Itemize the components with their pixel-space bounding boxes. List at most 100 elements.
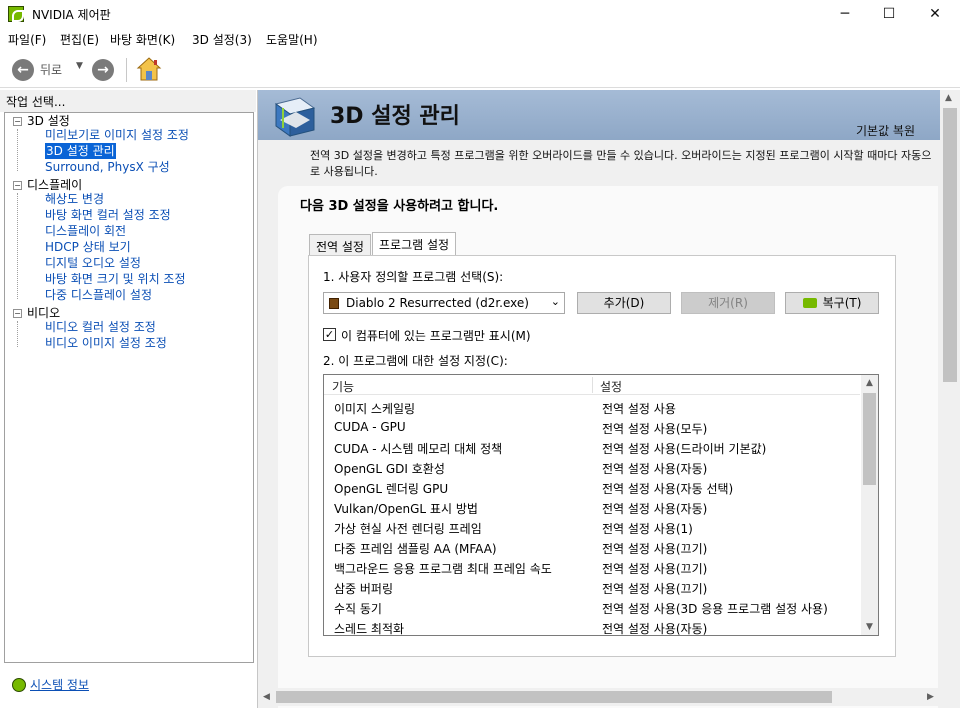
back-history-dropdown-icon[interactable]: ▼: [76, 61, 83, 71]
row-feature: OpenGL GDI 호환성: [334, 462, 445, 476]
close-button[interactable]: ✕: [912, 0, 958, 28]
table-row[interactable]: 스레드 최적화 전역 설정 사용(자동): [324, 617, 860, 636]
row-feature: CUDA - 시스템 메모리 대체 정책: [334, 442, 503, 456]
row-setting: 전역 설정 사용(모두): [602, 422, 708, 436]
content-horizontal-scrollbar[interactable]: ◀ ▶: [258, 688, 940, 706]
home-icon[interactable]: [136, 56, 162, 82]
row-setting: 전역 설정 사용(끄기): [602, 582, 708, 596]
table-row[interactable]: Vulkan/OpenGL 표시 방법 전역 설정 사용(자동): [324, 497, 860, 517]
tree-item-video-color[interactable]: 비디오 컬러 설정 조정: [45, 319, 156, 335]
tree-item-hdcp-status[interactable]: HDCP 상태 보기: [45, 239, 131, 255]
row-feature: 이미지 스케일링: [334, 402, 416, 416]
tree-item-video-image[interactable]: 비디오 이미지 설정 조정: [45, 335, 167, 351]
table-row[interactable]: OpenGL GDI 호환성 전역 설정 사용(자동): [324, 457, 860, 477]
nvidia-app-icon: [8, 6, 24, 22]
panel-title: 다음 3D 설정을 사용하려고 합니다.: [300, 199, 499, 214]
minimize-button[interactable]: ─: [822, 0, 868, 28]
restore-program-label: 복구(T): [822, 296, 862, 310]
row-feature: 다중 프레임 샘플링 AA (MFAA): [334, 542, 497, 556]
program-icon: [329, 298, 339, 309]
program-select[interactable]: Diablo 2 Resurrected (d2r.exe) ⌄: [323, 292, 565, 314]
grid-header-setting[interactable]: 설정: [600, 378, 622, 395]
menu-3d-settings[interactable]: 3D 설정(3): [192, 31, 252, 48]
tree-item-rotate-display[interactable]: 디스플레이 회전: [45, 223, 126, 239]
scroll-right-icon[interactable]: ▶: [922, 689, 939, 705]
page-title: 3D 설정 관리: [330, 104, 460, 129]
row-feature: 삼중 버퍼링: [334, 582, 394, 596]
table-row[interactable]: 삼중 버퍼링 전역 설정 사용(끄기): [324, 577, 860, 597]
grid-header-feature[interactable]: 기능: [332, 378, 354, 395]
grid-scrollbar-thumb[interactable]: [863, 393, 876, 485]
show-only-checkbox[interactable]: ✓: [323, 328, 336, 341]
table-row[interactable]: 백그라운드 응용 프로그램 최대 프레임 속도 전역 설정 사용(끄기): [324, 557, 860, 577]
tab-global-settings[interactable]: 전역 설정: [309, 234, 371, 255]
row-feature: 가상 현실 사전 렌더링 프레임: [334, 522, 482, 536]
tree-item-desktop-color[interactable]: 바탕 화면 컬러 설정 조정: [45, 207, 171, 223]
row-setting: 전역 설정 사용(자동): [602, 622, 708, 636]
row-setting: 전역 설정 사용(자동 선택): [602, 482, 734, 496]
task-tree: − 3D 설정 미리보기로 이미지 설정 조정 3D 설정 관리 Surroun…: [4, 112, 254, 663]
add-program-button[interactable]: 추가(D): [577, 292, 671, 314]
grid-header-divider: [592, 377, 593, 393]
restore-defaults-link[interactable]: 기본값 복원: [856, 122, 915, 139]
remove-program-button[interactable]: 제거(R): [681, 292, 775, 314]
content-scrollbar-thumb[interactable]: [943, 108, 957, 382]
toolbar: ← 뒤로 ▼ →: [0, 50, 960, 88]
back-button-label[interactable]: 뒤로: [40, 61, 62, 78]
nvidia-logo-icon: [802, 298, 817, 308]
tree-item-preview-image-settings[interactable]: 미리보기로 이미지 설정 조정: [45, 127, 189, 143]
row-feature: CUDA - GPU: [334, 420, 406, 434]
table-row[interactable]: CUDA - GPU 전역 설정 사용(모두): [324, 417, 860, 437]
menu-file[interactable]: 파일(F): [8, 31, 46, 48]
show-only-label[interactable]: 이 컴퓨터에 있는 프로그램만 표시(M): [341, 327, 531, 344]
arrow-left-icon[interactable]: ←: [12, 59, 34, 81]
tab-program-settings[interactable]: 프로그램 설정: [372, 232, 457, 256]
chevron-down-icon: ⌄: [550, 295, 560, 308]
program-settings-grid: 기능 설정 이미지 스케일링 전역 설정 사용 CUDA - GPU 전역 설정 사…: [323, 374, 879, 636]
row-feature: 백그라운드 응용 프로그램 최대 프레임 속도: [334, 562, 552, 576]
system-info-link[interactable]: 시스템 정보: [30, 678, 89, 692]
menu-bar: 파일(F) 편집(E) 바탕 화면(K) 3D 설정(3) 도움말(H): [0, 28, 960, 48]
row-feature: OpenGL 렌더링 GPU: [334, 482, 449, 496]
table-row[interactable]: 수직 동기 전역 설정 사용(3D 응용 프로그램 설정 사용): [324, 597, 860, 617]
tree-item-change-resolution[interactable]: 해상도 변경: [45, 191, 104, 207]
restore-program-button[interactable]: 복구(T): [785, 292, 879, 314]
table-row[interactable]: CUDA - 시스템 메모리 대체 정책 전역 설정 사용(드라이버 기본값): [324, 437, 860, 457]
tree-item-surround-physx[interactable]: Surround, PhysX 구성: [45, 159, 170, 175]
scroll-down-icon[interactable]: ▼: [861, 619, 878, 635]
menu-desktop[interactable]: 바탕 화면(K): [110, 31, 175, 48]
scroll-left-icon[interactable]: ◀: [258, 689, 275, 705]
scroll-up-icon[interactable]: ▲: [940, 90, 957, 106]
table-row[interactable]: 이미지 스케일링 전역 설정 사용: [324, 397, 860, 417]
row-setting: 전역 설정 사용(3D 응용 프로그램 설정 사용): [602, 602, 828, 616]
page-description: 전역 3D 설정을 변경하고 특정 프로그램을 위한 오버라이드를 만들 수 있…: [310, 149, 932, 178]
row-feature: Vulkan/OpenGL 표시 방법: [334, 502, 478, 516]
menu-edit[interactable]: 편집(E): [60, 31, 99, 48]
row-feature: 스레드 최적화: [334, 622, 405, 636]
menu-help[interactable]: 도움말(H): [266, 31, 318, 48]
tree-item-digital-audio[interactable]: 디지털 오디오 설정: [45, 255, 141, 271]
table-row[interactable]: 가상 현실 사전 렌더링 프레임 전역 설정 사용(1): [324, 517, 860, 537]
tree-item-manage-3d-settings[interactable]: 3D 설정 관리: [45, 143, 116, 159]
tree-toggle-display[interactable]: −: [13, 181, 22, 190]
title-bar: NVIDIA 제어판 ─ ☐ ✕: [0, 0, 960, 28]
scroll-up-icon[interactable]: ▲: [861, 375, 878, 391]
tree-toggle-3d-settings[interactable]: −: [13, 117, 22, 126]
row-setting: 전역 설정 사용(드라이버 기본값): [602, 442, 767, 456]
table-row[interactable]: 다중 프레임 샘플링 AA (MFAA) 전역 설정 사용(끄기): [324, 537, 860, 557]
3d-cube-icon: [274, 97, 316, 137]
row-setting: 전역 설정 사용(자동): [602, 462, 708, 476]
table-row[interactable]: OpenGL 렌더링 GPU 전역 설정 사용(자동 선택): [324, 477, 860, 497]
row-setting: 전역 설정 사용: [602, 402, 676, 416]
horizontal-scrollbar-thumb[interactable]: [276, 691, 832, 703]
tree-toggle-video[interactable]: −: [13, 309, 22, 318]
row-setting: 전역 설정 사용(자동): [602, 502, 708, 516]
content-scrollbar[interactable]: ▲: [940, 90, 960, 692]
tree-item-desktop-size-position[interactable]: 바탕 화면 크기 및 위치 조정: [45, 271, 186, 287]
maximize-button[interactable]: ☐: [866, 0, 912, 28]
grid-scrollbar[interactable]: ▲ ▼: [861, 375, 878, 635]
tree-item-multiple-displays[interactable]: 다중 디스플레이 설정: [45, 287, 152, 303]
arrow-right-icon[interactable]: →: [92, 59, 114, 81]
row-setting: 전역 설정 사용(끄기): [602, 542, 708, 556]
window-title: NVIDIA 제어판: [32, 8, 111, 22]
